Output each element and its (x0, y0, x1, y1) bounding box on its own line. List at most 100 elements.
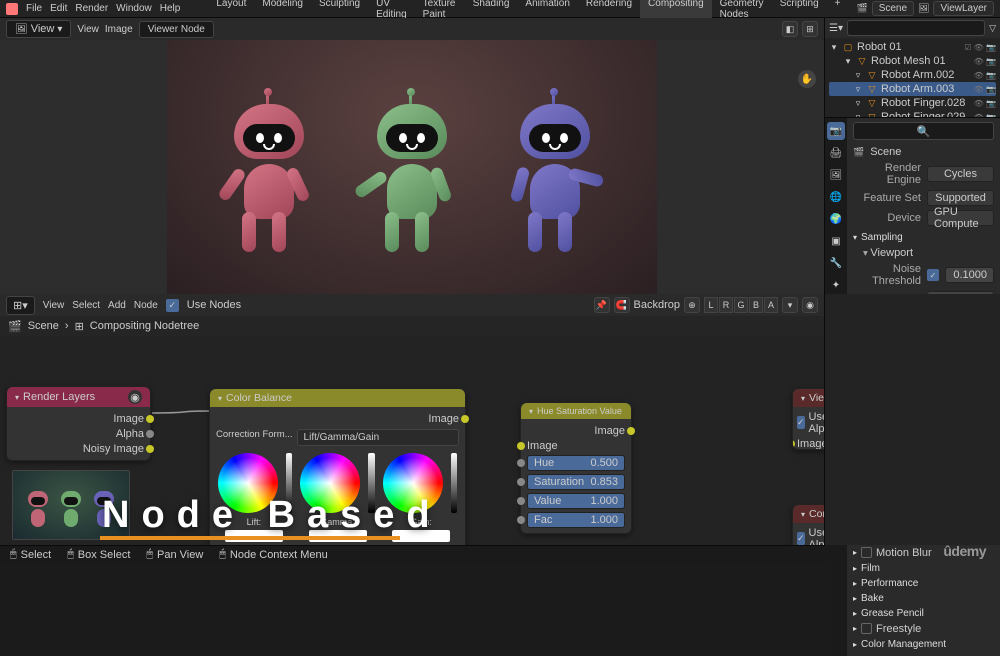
outliner-tree[interactable]: ▾ ▢ Robot 01 ☑ 👁 📷 ▾▽Robot Mesh 01👁 📷▿▽R… (825, 38, 1000, 118)
tree-vis-icons[interactable]: 👁 📷 (974, 71, 996, 80)
prop-tab-output[interactable]: 🖨 (827, 144, 845, 162)
node-render-layers[interactable]: Render Layers◉ Image Alpha Noisy Image (6, 386, 151, 461)
tree-vis-icons[interactable]: 👁 📷 (974, 57, 996, 66)
gain-color-wheel[interactable] (383, 453, 443, 513)
image-menu-view[interactable]: View (77, 24, 99, 35)
saturation-field[interactable]: Saturation0.853 (527, 474, 625, 490)
tree-vis-icons[interactable]: 👁 📷 (974, 85, 996, 94)
socket-cb-image-out[interactable]: Image (216, 411, 459, 426)
section-grease-pencil[interactable]: Grease Pencil (853, 608, 994, 619)
channel-r[interactable]: R (719, 297, 733, 313)
image-display-icon[interactable]: ◧ (782, 21, 798, 37)
image-viewport[interactable]: ✋ (0, 40, 824, 294)
properties-search[interactable]: 🔍 (853, 122, 994, 140)
menu-edit[interactable]: Edit (50, 3, 67, 14)
feature-set-dropdown[interactable]: Supported (927, 190, 994, 206)
tree-vis-icons[interactable]: 👁 📷 (974, 99, 996, 108)
device-dropdown[interactable]: GPU Compute (927, 210, 994, 226)
node-hsv[interactable]: Hue Saturation Value Image Image Hue0.50… (520, 402, 632, 534)
composite-alpha-checkbox[interactable]: ✓ (797, 532, 805, 545)
section-film[interactable]: Film (853, 563, 994, 574)
snap-icon[interactable]: 🧲 (614, 297, 630, 313)
prop-tab-viewlayer[interactable]: 🖼 (827, 166, 845, 184)
node-preview-icon[interactable]: ◉ (128, 390, 142, 404)
socket-hsv-out[interactable]: Image (527, 423, 625, 438)
channel-g[interactable]: G (734, 297, 748, 313)
prop-tab-render[interactable]: 📷 (827, 122, 845, 140)
outliner-search-input[interactable] (847, 20, 985, 36)
node-color-balance[interactable]: Color Balance Image Correction Form... L… (209, 388, 466, 545)
node-composite[interactable]: Composite ✓ Use Alpha Image Alpha1 Z1 (792, 504, 824, 545)
gain-slider[interactable] (451, 453, 457, 513)
tree-collection[interactable]: ▾ ▢ Robot 01 ☑ 👁 📷 (829, 40, 996, 54)
overlay-icon[interactable]: ◉ (802, 297, 818, 313)
viewlayer-name-field[interactable]: ViewLayer (933, 1, 994, 16)
prop-tab-world[interactable]: 🌍 (827, 210, 845, 228)
comp-menu-view[interactable]: View (43, 300, 65, 311)
render-engine-dropdown[interactable]: Cycles (927, 166, 994, 182)
node-header-viewer[interactable]: Viewer (793, 389, 824, 407)
backdrop-toggle[interactable]: ⊕ (684, 297, 700, 313)
vp-noise-checkbox[interactable]: ✓ (927, 269, 939, 281)
image-slot-field[interactable]: Viewer Node (139, 21, 214, 38)
prop-tab-scene[interactable]: 🌐 (827, 188, 845, 206)
node-header-hsv[interactable]: Hue Saturation Value (521, 403, 631, 419)
tree-row[interactable]: ▿▽Robot Arm.003👁 📷 (829, 82, 996, 96)
tree-expand-icon[interactable]: ▾ (843, 56, 853, 66)
node-header-render-layers[interactable]: Render Layers◉ (7, 387, 150, 407)
viewer-alpha-checkbox[interactable]: ✓ (797, 416, 805, 429)
channel-l[interactable]: L (704, 297, 718, 313)
lift-slider[interactable] (286, 453, 292, 513)
compositor-canvas[interactable]: Render Layers◉ Image Alpha Noisy Image C… (0, 336, 824, 545)
compositor-type-dropdown[interactable]: ⊞▾ (6, 296, 35, 315)
vp-noise-value[interactable]: 0.1000 (945, 267, 994, 283)
gain-swatch[interactable] (392, 530, 450, 542)
comp-menu-node[interactable]: Node (134, 300, 158, 311)
menu-help[interactable]: Help (160, 3, 181, 14)
tree-row[interactable]: ▿▽Robot Arm.002👁 📷 (829, 68, 996, 82)
editor-type-dropdown[interactable]: 🖼 View ▾ (6, 20, 71, 38)
pin-icon[interactable]: 📌 (594, 297, 610, 313)
socket-image-out[interactable]: Image (13, 411, 144, 426)
menu-render[interactable]: Render (75, 3, 108, 14)
tree-expand-icon[interactable]: ▿ (853, 84, 863, 94)
tree-row[interactable]: ▾▽Robot Mesh 01👁 📷 (829, 54, 996, 68)
value-field[interactable]: Value1.000 (527, 493, 625, 509)
hue-field[interactable]: Hue0.500 (527, 455, 625, 471)
tree-vis-icons[interactable]: ☑ 👁 📷 (964, 43, 996, 52)
pan-icon[interactable]: ✋ (798, 70, 816, 88)
socket-alpha-out[interactable]: Alpha (13, 426, 144, 441)
tree-expand-icon[interactable]: ▿ (853, 70, 863, 80)
scene-name-field[interactable]: Scene (872, 1, 914, 16)
socket-noisy-out[interactable]: Noisy Image (13, 441, 144, 456)
prop-tab-object[interactable]: ▣ (827, 232, 845, 250)
tree-row[interactable]: ▿▽Robot Finger.029👁 📷 (829, 110, 996, 118)
gamma-slider[interactable] (368, 453, 374, 513)
node-header-composite[interactable]: Composite (793, 505, 824, 523)
node-header-color-balance[interactable]: Color Balance (210, 389, 465, 407)
node-viewer[interactable]: Viewer ✓ Use Alpha Image Alpha1 Z1 (792, 388, 824, 450)
prop-tab-modifiers[interactable]: 🔧 (827, 254, 845, 272)
breadcrumb-scene[interactable]: Scene (28, 320, 59, 332)
prop-tab-particles[interactable]: ✦ (827, 276, 845, 294)
use-nodes-checkbox[interactable]: ✓ (166, 299, 179, 312)
formula-dropdown[interactable]: Lift/Gamma/Gain (297, 429, 459, 446)
section-freestyle[interactable]: Freestyle (853, 623, 994, 635)
section-performance[interactable]: Performance (853, 578, 994, 589)
blender-logo-icon[interactable] (6, 3, 18, 15)
hsv-fac-field[interactable]: Fac1.000 (527, 512, 625, 528)
lift-color-wheel[interactable] (218, 453, 278, 513)
menu-window[interactable]: Window (116, 3, 152, 14)
subsection-viewport[interactable]: ▾ Viewport (853, 245, 994, 261)
image-scopes-icon[interactable]: ⊞ (802, 21, 818, 37)
gamma-color-wheel[interactable] (300, 453, 360, 513)
zoom-dropdown[interactable]: ▾ (782, 297, 798, 313)
outliner-mode-icon[interactable]: ☰▾ (829, 23, 843, 34)
gamma-swatch[interactable] (309, 530, 367, 542)
tree-expand-icon[interactable]: ▿ (853, 98, 863, 108)
comp-menu-add[interactable]: Add (108, 300, 126, 311)
channel-b[interactable]: B (749, 297, 763, 313)
section-color-management[interactable]: Color Management (853, 639, 994, 650)
comp-menu-select[interactable]: Select (72, 300, 100, 311)
outliner-filter-icon[interactable]: ▽ (989, 23, 996, 34)
